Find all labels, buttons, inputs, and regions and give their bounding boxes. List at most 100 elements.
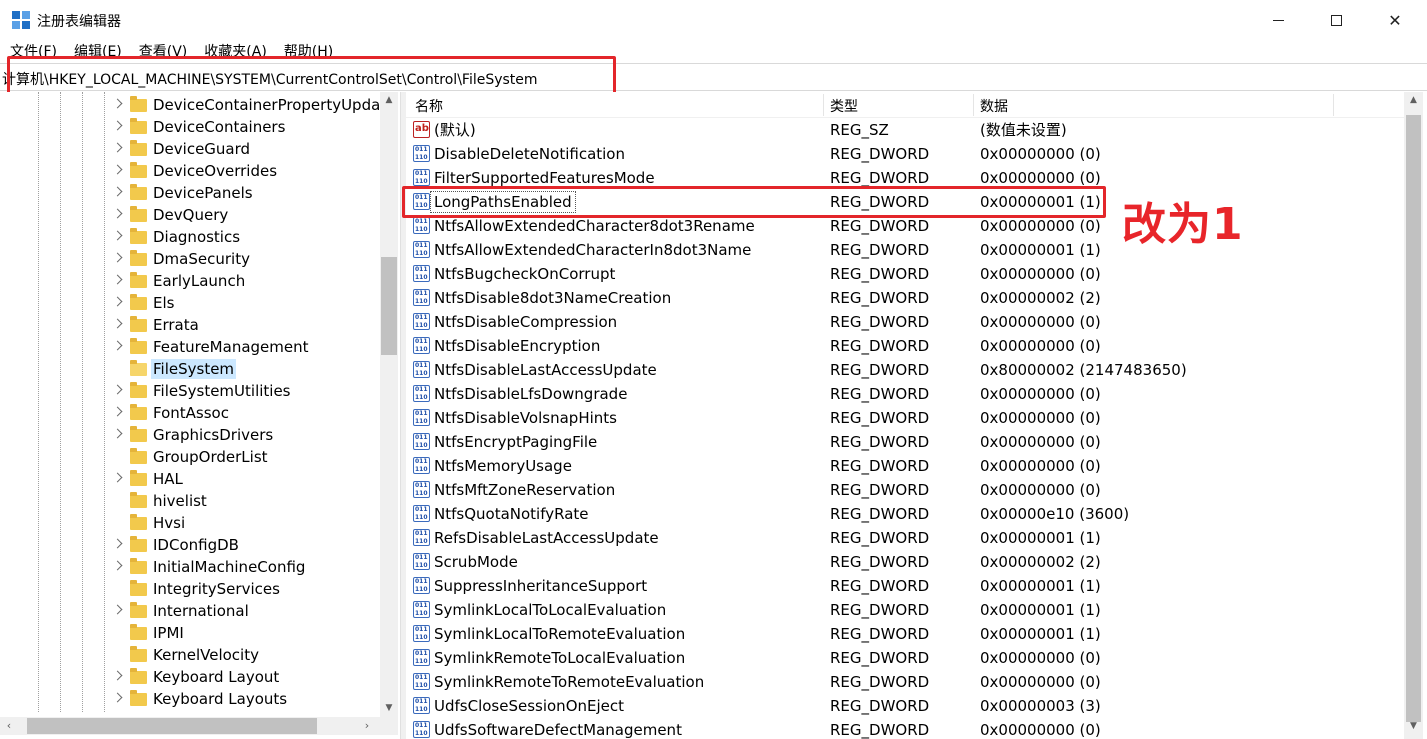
scroll-thumb[interactable] [27, 718, 317, 734]
column-header-name[interactable]: 名称 [415, 96, 443, 116]
column-separator[interactable] [973, 94, 974, 116]
minimize-button[interactable] [1249, 0, 1307, 40]
value-row[interactable]: (默认) REG_SZ (数值未设置) [406, 118, 1406, 142]
expand-chevron-icon[interactable] [114, 186, 122, 198]
column-separator[interactable] [823, 94, 824, 116]
tree-item[interactable]: Keyboard Layout [0, 666, 380, 688]
tree-item[interactable]: Hvsi [0, 512, 380, 534]
expand-chevron-icon[interactable] [114, 538, 122, 550]
expand-chevron-icon[interactable] [114, 230, 122, 242]
tree-item[interactable]: FontAssoc [0, 402, 380, 424]
expand-chevron-icon[interactable] [114, 604, 122, 616]
value-row[interactable]: NtfsDisableEncryption REG_DWORD 0x00000000… [406, 334, 1406, 358]
column-header-type[interactable]: 类型 [830, 96, 858, 116]
value-row[interactable]: DisableDeleteNotification REG_DWORD 0x0000… [406, 142, 1406, 166]
expand-chevron-icon[interactable] [114, 274, 122, 286]
tree-item[interactable]: FileSystem [0, 358, 380, 380]
scroll-up-arrow-icon[interactable]: ▲ [380, 92, 398, 109]
tree-item[interactable]: Keyboard Layouts [0, 688, 380, 710]
scroll-thumb[interactable] [381, 257, 397, 355]
expand-chevron-icon[interactable] [114, 98, 122, 110]
value-row[interactable]: ScrubMode REG_DWORD 0x00000002 (2) [406, 550, 1406, 574]
value-row[interactable]: NtfsQuotaNotifyRate REG_DWORD 0x00000e10 (… [406, 502, 1406, 526]
value-row[interactable]: NtfsDisable8dot3NameCreation REG_DWORD 0x0… [406, 286, 1406, 310]
value-row[interactable]: NtfsDisableLfsDowngrade REG_DWORD 0x000000… [406, 382, 1406, 406]
scroll-down-arrow-icon[interactable]: ▼ [1404, 718, 1423, 735]
expand-chevron-icon[interactable] [114, 208, 122, 220]
tree-item[interactable]: FileSystemUtilities [0, 380, 380, 402]
folder-icon [130, 162, 147, 178]
tree-item[interactable]: DeviceOverrides [0, 160, 380, 182]
tree-item[interactable]: International [0, 600, 380, 622]
expand-chevron-icon[interactable] [114, 428, 122, 440]
tree-item[interactable]: IntegrityServices [0, 578, 380, 600]
expand-chevron-icon[interactable] [114, 340, 122, 352]
scroll-thumb[interactable] [1406, 115, 1421, 722]
tree-item[interactable]: Errata [0, 314, 380, 336]
list-vertical-scrollbar[interactable]: ▲ ▼ [1404, 92, 1423, 739]
tree-item[interactable]: Els [0, 292, 380, 314]
value-row[interactable]: NtfsDisableLastAccessUpdate REG_DWORD 0x80… [406, 358, 1406, 382]
dword-value-icon [413, 553, 430, 570]
tree-item[interactable]: FeatureManagement [0, 336, 380, 358]
value-row[interactable]: UdfsSoftwareDefectManagement REG_DWORD 0x0… [406, 718, 1406, 739]
value-row[interactable]: NtfsDisableVolsnapHints REG_DWORD 0x000000… [406, 406, 1406, 430]
tree-item[interactable]: DeviceGuard [0, 138, 380, 160]
scroll-up-arrow-icon[interactable]: ▲ [1404, 92, 1423, 109]
maximize-button[interactable] [1307, 0, 1365, 40]
expand-chevron-icon[interactable] [114, 142, 122, 154]
expand-chevron-icon[interactable] [114, 318, 122, 330]
value-row[interactable]: NtfsDisableCompression REG_DWORD 0x0000000… [406, 310, 1406, 334]
tree-item[interactable]: IDConfigDB [0, 534, 380, 556]
tree-item[interactable]: KernelVelocity [0, 644, 380, 666]
tree-item[interactable]: DmaSecurity [0, 248, 380, 270]
value-row[interactable]: SymlinkLocalToRemoteEvaluation REG_DWORD 0… [406, 622, 1406, 646]
value-row[interactable]: RefsDisableLastAccessUpdate REG_DWORD 0x00… [406, 526, 1406, 550]
scroll-down-arrow-icon[interactable]: ▼ [380, 700, 398, 717]
close-button[interactable]: ✕ [1366, 0, 1424, 40]
value-row[interactable]: SymlinkLocalToLocalEvaluation REG_DWORD 0x… [406, 598, 1406, 622]
value-row[interactable]: SymlinkRemoteToRemoteEvaluation REG_DWORD… [406, 670, 1406, 694]
value-name: NtfsMftZoneReservation [434, 481, 616, 499]
scroll-right-arrow-icon[interactable]: › [358, 717, 376, 735]
value-row[interactable]: NtfsAllowExtendedCharacterIn8dot3Name REG… [406, 238, 1406, 262]
tree-item[interactable]: InitialMachineConfig [0, 556, 380, 578]
expand-chevron-icon[interactable] [114, 406, 122, 418]
expand-chevron-icon[interactable] [114, 120, 122, 132]
column-header-data[interactable]: 数据 [980, 96, 1008, 116]
tree-item[interactable]: DeviceContainers [0, 116, 380, 138]
value-name: NtfsQuotaNotifyRate [434, 505, 589, 523]
dword-value-icon [413, 361, 430, 378]
tree-item[interactable]: DevQuery [0, 204, 380, 226]
expand-chevron-icon[interactable] [114, 472, 122, 484]
tree-item[interactable]: GraphicsDrivers [0, 424, 380, 446]
tree-item[interactable]: Diagnostics [0, 226, 380, 248]
tree-item[interactable]: IPMI [0, 622, 380, 644]
tree-item[interactable]: DevicePanels [0, 182, 380, 204]
tree-item[interactable]: EarlyLaunch [0, 270, 380, 292]
tree-item[interactable]: GroupOrderList [0, 446, 380, 468]
column-separator[interactable] [1333, 94, 1334, 116]
expand-chevron-icon[interactable] [114, 252, 122, 264]
expand-chevron-icon[interactable] [114, 560, 122, 572]
tree-item[interactable]: HAL [0, 468, 380, 490]
expand-chevron-icon[interactable] [114, 692, 122, 704]
tree-item[interactable]: DeviceContainerPropertyUpda [0, 94, 380, 116]
value-row[interactable]: NtfsBugcheckOnCorrupt REG_DWORD 0x00000000… [406, 262, 1406, 286]
value-row[interactable]: SuppressInheritanceSupport REG_DWORD 0x000… [406, 574, 1406, 598]
value-row[interactable]: NtfsMftZoneReservation REG_DWORD 0x0000000… [406, 478, 1406, 502]
expand-chevron-icon[interactable] [114, 384, 122, 396]
value-row[interactable]: SymlinkRemoteToLocalEvaluation REG_DWORD 0… [406, 646, 1406, 670]
tree-horizontal-scrollbar[interactable]: ‹ › [0, 717, 398, 735]
expand-chevron-icon[interactable] [114, 296, 122, 308]
value-row[interactable]: NtfsEncryptPagingFile REG_DWORD 0x00000000… [406, 430, 1406, 454]
dword-value-icon [413, 337, 430, 354]
value-row[interactable]: NtfsMemoryUsage REG_DWORD 0x00000000 (0) [406, 454, 1406, 478]
scroll-left-arrow-icon[interactable]: ‹ [0, 717, 18, 735]
expand-chevron-icon[interactable] [114, 670, 122, 682]
tree-vertical-scrollbar[interactable]: ▲ ▼ [380, 92, 398, 717]
value-row[interactable]: UdfsCloseSessionOnEject REG_DWORD 0x000000… [406, 694, 1406, 718]
tree-item[interactable]: hivelist [0, 490, 380, 512]
value-type: REG_DWORD [830, 721, 930, 739]
expand-chevron-icon[interactable] [114, 164, 122, 176]
